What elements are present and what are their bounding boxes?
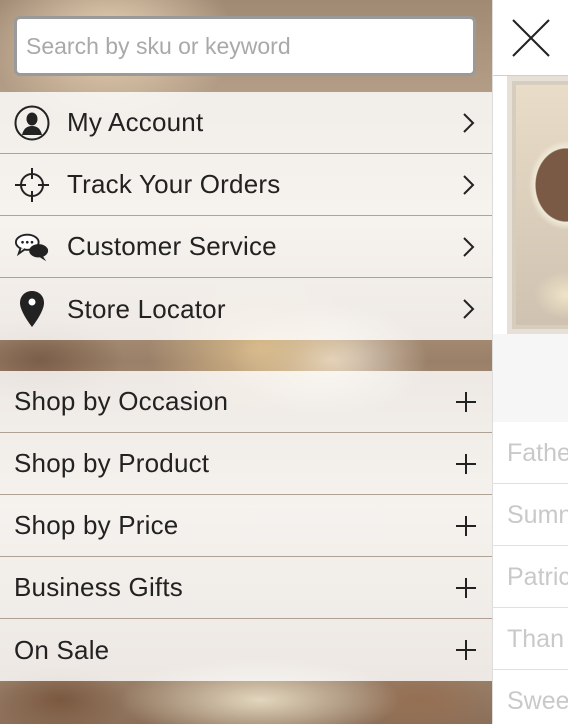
menu-item-label: On Sale bbox=[14, 634, 110, 665]
menu-item-shop-by-product[interactable]: Shop by Product bbox=[0, 433, 492, 495]
background-list: Fathe Sumn Patric Than Swee bbox=[493, 422, 568, 724]
list-item: Patric bbox=[493, 546, 568, 608]
search-input[interactable] bbox=[26, 19, 473, 73]
menu-item-label: Customer Service bbox=[67, 231, 277, 261]
plus-icon bbox=[456, 640, 476, 660]
menu-item-business-gifts[interactable]: Business Gifts bbox=[0, 557, 492, 619]
list-item: Sumn bbox=[493, 484, 568, 546]
menu-item-customer-service[interactable]: Customer Service bbox=[0, 216, 492, 278]
menu-item-label: Shop by Product bbox=[14, 448, 210, 478]
chevron-right-icon bbox=[463, 112, 475, 133]
menu-item-label: Track Your Orders bbox=[67, 169, 281, 199]
menu-item-label: Business Gifts bbox=[14, 572, 183, 602]
plus-icon bbox=[456, 453, 476, 474]
chat-bubbles-icon bbox=[14, 229, 50, 265]
plus-icon bbox=[456, 391, 476, 412]
list-item: Swee bbox=[493, 670, 568, 724]
menu-item-shop-by-occasion[interactable]: Shop by Occasion bbox=[0, 371, 492, 433]
spacer bbox=[493, 334, 568, 422]
search-box[interactable] bbox=[14, 16, 476, 76]
list-item: Fathe bbox=[493, 422, 568, 484]
account-menu: My Account Track Your Orders Customer Se… bbox=[0, 92, 492, 340]
map-pin-icon bbox=[14, 291, 50, 327]
menu-item-my-account[interactable]: My Account bbox=[0, 92, 492, 154]
list-item: Than bbox=[493, 608, 568, 670]
menu-item-label: My Account bbox=[67, 107, 204, 137]
category-menu: Shop by Occasion Shop by Product Shop by… bbox=[0, 371, 492, 681]
chevron-right-icon bbox=[463, 299, 475, 319]
plus-icon bbox=[456, 515, 476, 536]
menu-item-label: Store Locator bbox=[67, 293, 226, 324]
chevron-right-icon bbox=[463, 174, 475, 195]
chevron-right-icon bbox=[463, 236, 475, 257]
plus-icon bbox=[456, 577, 476, 598]
close-icon bbox=[512, 18, 550, 57]
menu-item-on-sale[interactable]: On Sale bbox=[0, 619, 492, 681]
menu-item-shop-by-price[interactable]: Shop by Price bbox=[0, 495, 492, 557]
menu-item-store-locator[interactable]: Store Locator bbox=[0, 278, 492, 340]
menu-item-label: Shop by Occasion bbox=[14, 386, 229, 416]
background-page-peek: Fathe Sumn Patric Than Swee bbox=[492, 0, 568, 724]
product-image bbox=[507, 76, 568, 334]
account-icon bbox=[14, 105, 50, 141]
menu-item-label: Shop by Price bbox=[14, 510, 179, 540]
crosshair-icon bbox=[14, 167, 50, 203]
close-menu-button[interactable] bbox=[493, 0, 568, 76]
menu-item-track-orders[interactable]: Track Your Orders bbox=[0, 154, 492, 216]
